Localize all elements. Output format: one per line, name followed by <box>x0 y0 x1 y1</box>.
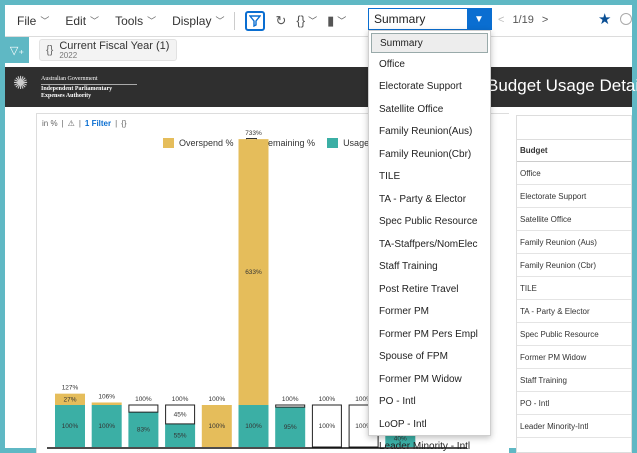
bar-overspend <box>91 402 122 405</box>
table-row[interactable]: TILE <box>517 277 631 300</box>
bar-usage-label: 95% <box>284 424 297 431</box>
dropdown-option[interactable]: Spec Public Resource <box>369 211 490 234</box>
dropdown-option[interactable]: Satellite Office <box>369 98 490 121</box>
formula-icon[interactable]: {} <box>296 13 305 28</box>
dropdown-option[interactable]: Former PM Pers Empl <box>369 323 490 346</box>
table-row[interactable]: PO - Intl <box>517 392 631 415</box>
bar-total-label: 733% <box>245 130 262 137</box>
dropdown-option[interactable]: Summary <box>371 33 488 53</box>
fiscal-year-filter[interactable]: {} Current Fiscal Year (1) 2022 <box>39 39 177 61</box>
refresh-icon[interactable]: ↻ <box>275 13 286 29</box>
bar-usage-label: 100% <box>208 423 225 430</box>
filter-value: 2022 <box>59 50 78 60</box>
bar-remaining-label: 45% <box>174 411 187 418</box>
prev-page-icon[interactable]: < <box>498 14 504 26</box>
report-title: Budget Usage Details <box>487 76 637 95</box>
table-row[interactable]: Family Reunion (Cbr) <box>517 254 631 277</box>
filter-bar: ▽₊ {} Current Fiscal Year (1) 2022 <box>5 37 632 65</box>
dropdown-option[interactable]: Staff Training <box>369 256 490 279</box>
bar-usage-label: 55% <box>174 432 187 439</box>
table-row[interactable]: Leader Minority-Intl <box>517 415 631 438</box>
dropdown-option[interactable]: Leader Minority - Intl <box>369 436 490 453</box>
table-row[interactable]: Former PM Widow <box>517 346 631 369</box>
menu-tools[interactable]: Tools ﹀ <box>115 14 156 28</box>
chevron-down-icon[interactable]: ﹀ <box>308 14 317 27</box>
bar-total-label: 100% <box>135 396 152 403</box>
table-row[interactable]: TA - Party & Elector <box>517 300 631 323</box>
star-icon[interactable]: ★ <box>598 10 611 28</box>
table-row[interactable]: Family Reunion (Aus) <box>517 231 631 254</box>
toolbar-divider <box>234 11 236 30</box>
table-row[interactable]: Spec Public Resource <box>517 323 631 346</box>
dropdown-option[interactable]: LoOP - Intl <box>369 413 490 436</box>
bar-total-label: 106% <box>98 393 115 400</box>
menu-display[interactable]: Display ﹀ <box>172 14 224 28</box>
chevron-down-icon[interactable]: ▼ <box>467 9 491 29</box>
table-row[interactable]: Electorate Support <box>517 185 631 208</box>
chevron-down-icon: ﹀ <box>90 16 100 26</box>
agency-logo-text: Australian Government Independent Parlia… <box>41 76 137 100</box>
dropdown-option[interactable]: Former PM <box>369 301 490 324</box>
bar-total-label: 100% <box>282 396 299 403</box>
bookmark-icon[interactable]: ▮ <box>327 13 334 29</box>
bar-total-label: 100% <box>172 396 189 403</box>
bar-usage-label: 100% <box>245 423 262 430</box>
bar-overspend-label: 633% <box>245 269 262 276</box>
dropdown-option[interactable]: PO - Intl <box>369 391 490 414</box>
page-count: 1/19 <box>512 14 534 26</box>
bar-overspend-label: 27% <box>63 396 76 403</box>
page-select[interactable]: Summary ▼ <box>368 8 492 30</box>
chevron-down-icon: ﹀ <box>147 16 157 26</box>
dropdown-option[interactable]: Office <box>369 53 490 76</box>
filter-icon[interactable] <box>245 10 266 31</box>
page-select-value: Summary <box>374 12 426 26</box>
dropdown-option[interactable]: TILE <box>369 166 490 189</box>
bar-remaining <box>275 404 306 408</box>
bar-remaining <box>128 404 159 413</box>
dropdown-option[interactable]: Family Reunion(Cbr) <box>369 143 490 166</box>
bar-total-label: 100% <box>208 396 225 403</box>
bar-usage-label: 100% <box>98 423 115 430</box>
status-circle-icon[interactable] <box>620 13 632 25</box>
bar-total-label: 100% <box>319 396 336 403</box>
dropdown-option[interactable]: TA-Staffpers/NomElec <box>369 233 490 256</box>
chevron-down-icon[interactable]: ﹀ <box>337 14 346 27</box>
menu-edit[interactable]: Edit ﹀ <box>65 14 99 28</box>
report-banner: ✺ Australian Government Independent Parl… <box>5 67 637 107</box>
chevron-down-icon: ﹀ <box>215 16 225 26</box>
page-dropdown-list: Summary Office Electorate Support Satellite… <box>368 30 491 452</box>
next-page-icon[interactable]: > <box>542 14 548 26</box>
table-header-budget: Budget <box>517 140 631 162</box>
dropdown-option[interactable]: Former PM Widow <box>369 368 490 391</box>
dropdown-option[interactable]: TA - Party & Elector <box>369 188 490 211</box>
pager: < 1/19 > <box>498 14 548 26</box>
menu-file[interactable]: File ﹀ <box>17 14 49 28</box>
table-row[interactable]: Staff Training <box>517 369 631 392</box>
add-filter-icon[interactable]: ▽₊ <box>5 37 29 63</box>
dropdown-option[interactable]: Spouse of FPM <box>369 346 490 369</box>
bar-usage-label: 100% <box>62 423 79 430</box>
dropdown-option[interactable]: Electorate Support <box>369 76 490 99</box>
dropdown-option[interactable]: Post Retire Travel <box>369 278 490 301</box>
table-row[interactable]: Satellite Office <box>517 208 631 231</box>
table-top-bar <box>517 116 631 140</box>
filter-title: Current Fiscal Year (1) <box>59 39 170 52</box>
table-row[interactable]: Office <box>517 162 631 185</box>
bar-total-label: 127% <box>62 385 79 392</box>
bar-usage-label: 100% <box>319 423 336 430</box>
coat-of-arms-logo: ✺ <box>13 73 29 93</box>
formula-icon: {} <box>46 44 54 56</box>
chevron-down-icon: ﹀ <box>40 16 50 26</box>
budget-table: Budget Office Electorate Support Satellite… <box>516 115 632 453</box>
bar-usage-label: 83% <box>137 427 150 434</box>
dropdown-option[interactable]: Family Reunion(Aus) <box>369 121 490 144</box>
